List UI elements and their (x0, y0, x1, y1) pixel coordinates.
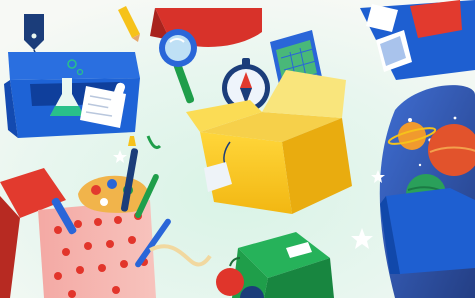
hobby-boxes-illustration (0, 0, 475, 298)
illustration-frame (0, 0, 475, 298)
blue-box-with-flask-and-papers (4, 52, 140, 138)
